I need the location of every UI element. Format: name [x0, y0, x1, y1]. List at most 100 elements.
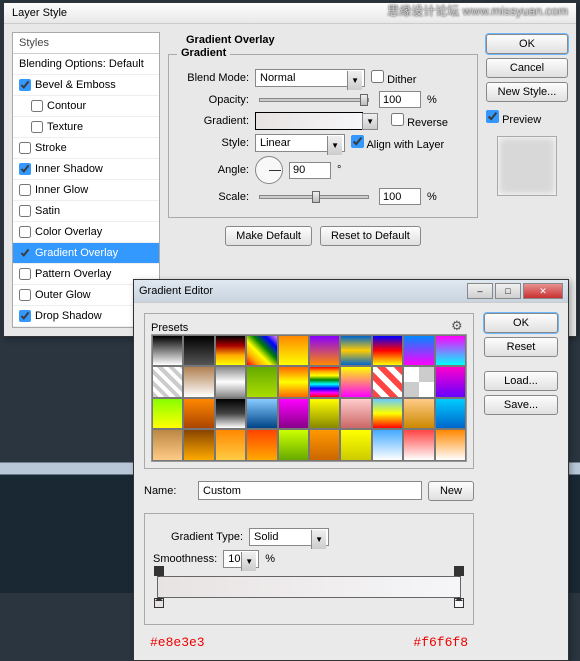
preset-38[interactable]	[403, 429, 434, 460]
scale-input[interactable]	[379, 188, 421, 205]
styles-header[interactable]: Styles	[13, 33, 159, 54]
dither-checkbox[interactable]: Dither	[371, 70, 416, 86]
preset-29[interactable]	[435, 398, 466, 429]
preset-2[interactable]	[215, 335, 246, 366]
cancel-button[interactable]: Cancel	[486, 58, 568, 78]
new-button[interactable]: New	[428, 481, 474, 501]
preset-8[interactable]	[403, 335, 434, 366]
style-item-color-overlay[interactable]: Color Overlay	[13, 222, 159, 243]
style-label: Style:	[177, 137, 249, 149]
preset-37[interactable]	[372, 429, 403, 460]
preset-12[interactable]	[215, 366, 246, 397]
smoothness-label: Smoothness:	[153, 553, 217, 565]
opacity-stop-right[interactable]	[454, 566, 464, 576]
opacity-stop-left[interactable]	[154, 566, 164, 576]
preset-24[interactable]	[278, 398, 309, 429]
style-item-inner-shadow[interactable]: Inner Shadow	[13, 159, 159, 180]
preset-35[interactable]	[309, 429, 340, 460]
preset-39[interactable]	[435, 429, 466, 460]
preset-0[interactable]	[152, 335, 183, 366]
smoothness-input[interactable]: 100	[223, 550, 259, 568]
preset-11[interactable]	[183, 366, 214, 397]
preset-14[interactable]	[278, 366, 309, 397]
section-title: Gradient Overlay	[186, 34, 478, 46]
style-item-inner-glow[interactable]: Inner Glow	[13, 180, 159, 201]
align-checkbox[interactable]: Align with Layer	[351, 135, 444, 151]
blending-options-item[interactable]: Blending Options: Default	[13, 54, 159, 75]
preset-6[interactable]	[340, 335, 371, 366]
preset-26[interactable]	[340, 398, 371, 429]
scale-slider[interactable]	[259, 195, 369, 199]
style-item-stroke[interactable]: Stroke	[13, 138, 159, 159]
preset-17[interactable]	[372, 366, 403, 397]
preset-5[interactable]	[309, 335, 340, 366]
close-icon[interactable]: ✕	[523, 283, 563, 299]
gradient-type-label: Gradient Type:	[153, 531, 243, 543]
preset-27[interactable]	[372, 398, 403, 429]
gradient-editor-titlebar[interactable]: Gradient Editor – □ ✕	[134, 280, 568, 303]
color-stop-left[interactable]	[154, 598, 164, 608]
reverse-checkbox[interactable]: Reverse	[391, 113, 448, 129]
ge-ok-button[interactable]: OK	[484, 313, 558, 333]
preset-16[interactable]	[340, 366, 371, 397]
preset-28[interactable]	[403, 398, 434, 429]
gradient-type-select[interactable]: Solid	[249, 528, 329, 546]
opacity-label: Opacity:	[177, 94, 249, 106]
preset-23[interactable]	[246, 398, 277, 429]
style-item-gradient-overlay[interactable]: Gradient Overlay	[13, 243, 159, 264]
style-item-texture[interactable]: Texture	[13, 117, 159, 138]
preset-1[interactable]	[183, 335, 214, 366]
preset-36[interactable]	[340, 429, 371, 460]
style-item-bevel-emboss[interactable]: Bevel & Emboss	[13, 75, 159, 96]
style-select[interactable]: Linear	[255, 134, 345, 152]
reset-default-button[interactable]: Reset to Default	[320, 226, 421, 246]
preset-21[interactable]	[183, 398, 214, 429]
angle-dial[interactable]	[255, 156, 283, 184]
percent: %	[265, 553, 275, 565]
scale-label: Scale:	[177, 191, 249, 203]
preset-9[interactable]	[435, 335, 466, 366]
maximize-icon[interactable]: □	[495, 283, 521, 299]
angle-input[interactable]	[289, 162, 331, 179]
ge-reset-button[interactable]: Reset	[484, 337, 558, 357]
ge-save-button[interactable]: Save...	[484, 395, 558, 415]
preset-7[interactable]	[372, 335, 403, 366]
gradient-bar[interactable]	[157, 576, 461, 598]
presets-label: Presets	[151, 322, 467, 334]
preset-22[interactable]	[215, 398, 246, 429]
opacity-slider[interactable]	[259, 98, 369, 102]
preset-10[interactable]	[152, 366, 183, 397]
gear-icon[interactable]	[451, 318, 465, 332]
preview-checkbox[interactable]: Preview	[486, 110, 568, 126]
gradient-legend: Gradient	[177, 47, 230, 59]
opacity-input[interactable]	[379, 91, 421, 108]
ok-button[interactable]: OK	[486, 34, 568, 54]
preset-31[interactable]	[183, 429, 214, 460]
gradient-swatch[interactable]	[255, 112, 363, 130]
minimize-icon[interactable]: –	[467, 283, 493, 299]
preset-15[interactable]	[309, 366, 340, 397]
preset-25[interactable]	[309, 398, 340, 429]
style-item-contour[interactable]: Contour	[13, 96, 159, 117]
hex-right: #f6f6f8	[413, 635, 468, 650]
new-style-button[interactable]: New Style...	[486, 82, 568, 102]
preset-4[interactable]	[278, 335, 309, 366]
preset-32[interactable]	[215, 429, 246, 460]
preset-19[interactable]	[435, 366, 466, 397]
preset-3[interactable]	[246, 335, 277, 366]
make-default-button[interactable]: Make Default	[225, 226, 312, 246]
preset-34[interactable]	[278, 429, 309, 460]
degree: °	[337, 164, 341, 176]
name-input[interactable]	[198, 481, 422, 500]
preset-30[interactable]	[152, 429, 183, 460]
watermark: 思缘设计论坛 www.missyuan.com	[387, 2, 568, 19]
blend-mode-label: Blend Mode:	[177, 72, 249, 84]
preset-33[interactable]	[246, 429, 277, 460]
preset-18[interactable]	[403, 366, 434, 397]
ge-load-button[interactable]: Load...	[484, 371, 558, 391]
color-stop-right[interactable]	[454, 598, 464, 608]
blend-mode-select[interactable]: Normal	[255, 69, 365, 87]
style-item-satin[interactable]: Satin	[13, 201, 159, 222]
preset-20[interactable]	[152, 398, 183, 429]
preset-13[interactable]	[246, 366, 277, 397]
